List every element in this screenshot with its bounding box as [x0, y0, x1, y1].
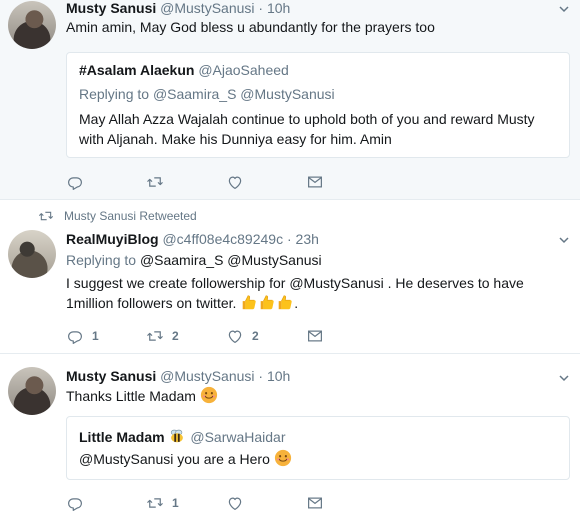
heart-icon	[226, 173, 244, 191]
author-name[interactable]: Musty Sanusi	[66, 368, 156, 384]
tweet[interactable]: Musty Sanusi @MustySanusi · 10h Amin ami…	[0, 0, 580, 200]
thumbs-up-icon	[240, 293, 258, 311]
reply-count: 1	[92, 329, 99, 343]
reply-icon	[66, 494, 84, 512]
quote-author-name: Little Madam	[79, 429, 165, 445]
retweet-button[interactable]	[146, 173, 226, 191]
reply-button[interactable]	[66, 494, 146, 512]
replying-to: Replying to @Saamira_S @MustySanusi	[66, 250, 568, 270]
retweet-icon	[38, 208, 54, 224]
tweet-actions: 1 2 2	[66, 327, 386, 345]
quote-text: May Allah Azza Wajalah continue to uphol…	[79, 111, 535, 147]
envelope-icon	[306, 327, 324, 345]
smiling-face-icon	[274, 449, 292, 467]
avatar[interactable]	[8, 230, 56, 278]
retweet-context-label[interactable]: Musty Sanusi Retweeted	[64, 209, 197, 223]
author-handle[interactable]: @MustySanusi	[160, 368, 254, 384]
tweet-time[interactable]: 10h	[267, 368, 290, 384]
tweet-text: Thanks Little Madam	[66, 386, 568, 406]
heart-icon	[226, 327, 244, 345]
replying-label: Replying to	[79, 86, 150, 102]
direct-message-button[interactable]	[306, 494, 386, 512]
mention-link[interactable]: @MustySanusi	[289, 275, 383, 291]
author-name[interactable]: RealMuyiBlog	[66, 231, 159, 247]
author-handle[interactable]: @c4ff08e4c89249c	[162, 231, 283, 247]
quote-text-part: @MustySanusi you are a Hero	[79, 451, 274, 467]
avatar[interactable]	[8, 367, 56, 415]
tweet-header: Musty Sanusi @MustySanusi · 10h	[66, 368, 290, 384]
reply-icon	[66, 327, 84, 345]
quote-author-handle: @AjaoSaheed	[198, 62, 289, 78]
reply-button[interactable]	[66, 173, 146, 191]
tweet-time[interactable]: 10h	[267, 0, 290, 16]
envelope-icon	[306, 494, 324, 512]
quote-header: #Asalam Alaekun @AjaoSaheed	[79, 62, 289, 78]
thumbs-up-icon	[276, 293, 294, 311]
quote-author-handle: @SarwaHaidar	[190, 429, 286, 445]
replying-label: Replying to	[66, 252, 137, 268]
tweet-text-part: I suggest we create followership for	[66, 275, 290, 291]
retweet-context: Musty Sanusi Retweeted	[38, 208, 197, 224]
tweet-text-part: Thanks Little Madam	[66, 388, 200, 404]
separator: ·	[258, 368, 264, 384]
retweet-icon	[146, 494, 164, 512]
chevron-down-icon[interactable]	[558, 234, 570, 246]
smiling-face-icon	[200, 386, 218, 404]
like-button[interactable]	[226, 173, 306, 191]
quote-replying-to: Replying to @Saamira_S @MustySanusi	[79, 86, 335, 102]
reply-icon	[66, 173, 84, 191]
retweet-icon	[146, 327, 164, 345]
retweet-count: 2	[172, 329, 179, 343]
tweet-time[interactable]: 23h	[296, 231, 319, 247]
tweet-header: RealMuyiBlog @c4ff08e4c89249c · 23h	[66, 231, 319, 247]
like-count: 2	[252, 329, 259, 343]
chevron-down-icon[interactable]	[558, 372, 570, 384]
tweet-header: Musty Sanusi @MustySanusi · 10h	[66, 0, 290, 16]
separator: ·	[258, 0, 264, 16]
quoted-tweet[interactable]: #Asalam Alaekun @AjaoSaheed Replying to …	[66, 52, 570, 158]
quote-header: Little Madam @SarwaHaidar	[79, 427, 286, 445]
quoted-tweet[interactable]: Little Madam @SarwaHaidar @MustySanusi y…	[66, 416, 570, 480]
direct-message-button[interactable]	[306, 173, 386, 191]
envelope-icon	[306, 173, 324, 191]
avatar[interactable]	[8, 1, 56, 49]
tweet-actions	[66, 173, 386, 191]
quote-author-name: #Asalam Alaekun	[79, 62, 195, 78]
thumbs-up-icon	[258, 293, 276, 311]
retweet-count: 1	[172, 496, 179, 510]
retweet-button[interactable]: 1	[146, 494, 226, 512]
direct-message-button[interactable]	[306, 327, 386, 345]
chevron-down-icon[interactable]	[558, 3, 570, 15]
separator: ·	[286, 231, 292, 247]
like-button[interactable]: 2	[226, 327, 306, 345]
retweet-button[interactable]: 2	[146, 327, 226, 345]
heart-icon	[226, 494, 244, 512]
tweet[interactable]: Musty Sanusi @MustySanusi · 10h Thanks L…	[0, 354, 580, 520]
replying-users[interactable]: @Saamira_S @MustySanusi	[140, 252, 322, 268]
author-name[interactable]: Musty Sanusi	[66, 0, 156, 16]
reply-button[interactable]: 1	[66, 327, 146, 345]
tweet-text: Amin amin, May God bless u abundantly fo…	[66, 19, 435, 35]
tweet-text: I suggest we create followership for @Mu…	[66, 275, 524, 311]
replying-users: @Saamira_S @MustySanusi	[152, 86, 335, 102]
bee-icon	[168, 427, 186, 445]
like-button[interactable]	[226, 494, 306, 512]
tweet-actions: 1	[66, 494, 386, 512]
tweet[interactable]: Musty Sanusi Retweeted RealMuyiBlog @c4f…	[0, 200, 580, 354]
quote-text: @MustySanusi you are a Hero	[79, 449, 557, 469]
author-handle[interactable]: @MustySanusi	[160, 0, 254, 16]
retweet-icon	[146, 173, 164, 191]
